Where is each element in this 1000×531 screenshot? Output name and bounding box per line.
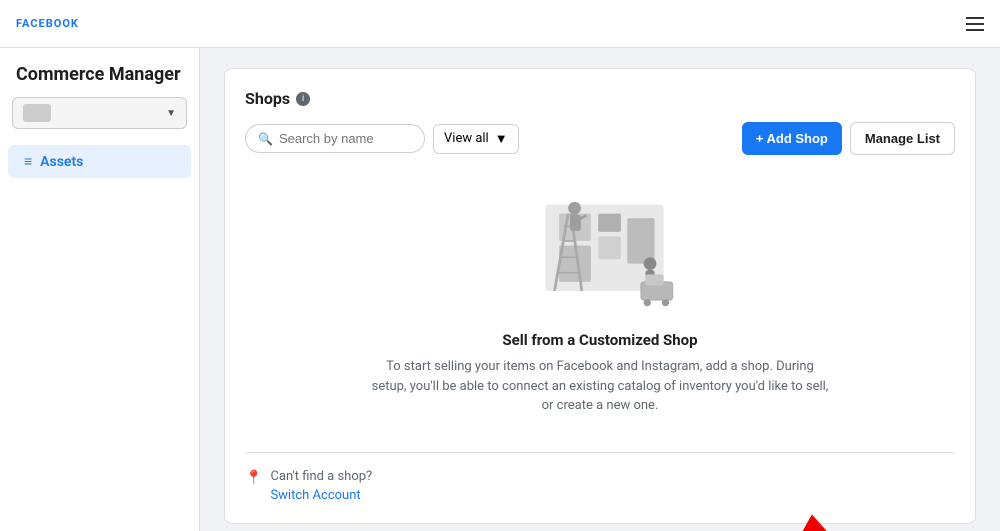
shops-pin-icon: 📍 [245,470,262,486]
sidebar-item-assets[interactable]: ≡ Assets [8,145,191,178]
shops-switch-account-link[interactable]: Switch Account [270,488,360,503]
account-avatar [23,104,51,122]
hamburger-menu[interactable] [966,17,984,31]
facebook-logo: FACEBOOK [16,17,79,30]
top-bar: FACEBOOK [0,0,1000,48]
account-selector[interactable]: ▼ [12,97,187,129]
search-icon: 🔍 [258,132,273,146]
shops-search-input[interactable] [279,131,412,146]
shops-actions: + Add Shop Manage List [742,122,955,155]
shop-illustration-svg [500,185,700,315]
illustration-title: Sell from a Customized Shop [502,331,697,349]
shops-search-box[interactable]: 🔍 [245,124,425,153]
shops-cant-find-text: Can't find a shop? [270,469,372,484]
shops-filter-dropdown[interactable]: View all ▼ [433,124,519,154]
shops-cant-find-content: Can't find a shop? Switch Account [270,469,372,503]
app-layout: Commerce Manager ▼ ≡ Assets Shops i 🔍 [0,48,1000,531]
manage-list-button[interactable]: Manage List [850,122,955,155]
illustration-desc: To start selling your items on Facebook … [370,357,830,416]
shops-title: Shops [245,89,290,108]
shops-illustration: Sell from a Customized Shop To start sel… [245,175,955,436]
assets-icon: ≡ [24,153,32,170]
filter-chevron-icon: ▼ [495,131,508,147]
shops-search-row: 🔍 View all ▼ + Add Shop Manage List [245,122,955,155]
shops-cant-find: 📍 Can't find a shop? Switch Account [245,452,955,503]
sidebar-item-label: Assets [40,154,83,170]
chevron-down-icon: ▼ [166,108,176,119]
sidebar-title: Commerce Manager [0,60,199,97]
sidebar: Commerce Manager ▼ ≡ Assets [0,48,200,531]
shops-section: Shops i 🔍 View all ▼ + Add Shop Manage L… [224,68,976,524]
shops-header: Shops i [245,89,955,108]
shops-info-icon[interactable]: i [296,92,310,106]
add-shop-button[interactable]: + Add Shop [742,122,842,155]
main-content: Shops i 🔍 View all ▼ + Add Shop Manage L… [200,48,1000,531]
filter-label: View all [444,131,489,146]
